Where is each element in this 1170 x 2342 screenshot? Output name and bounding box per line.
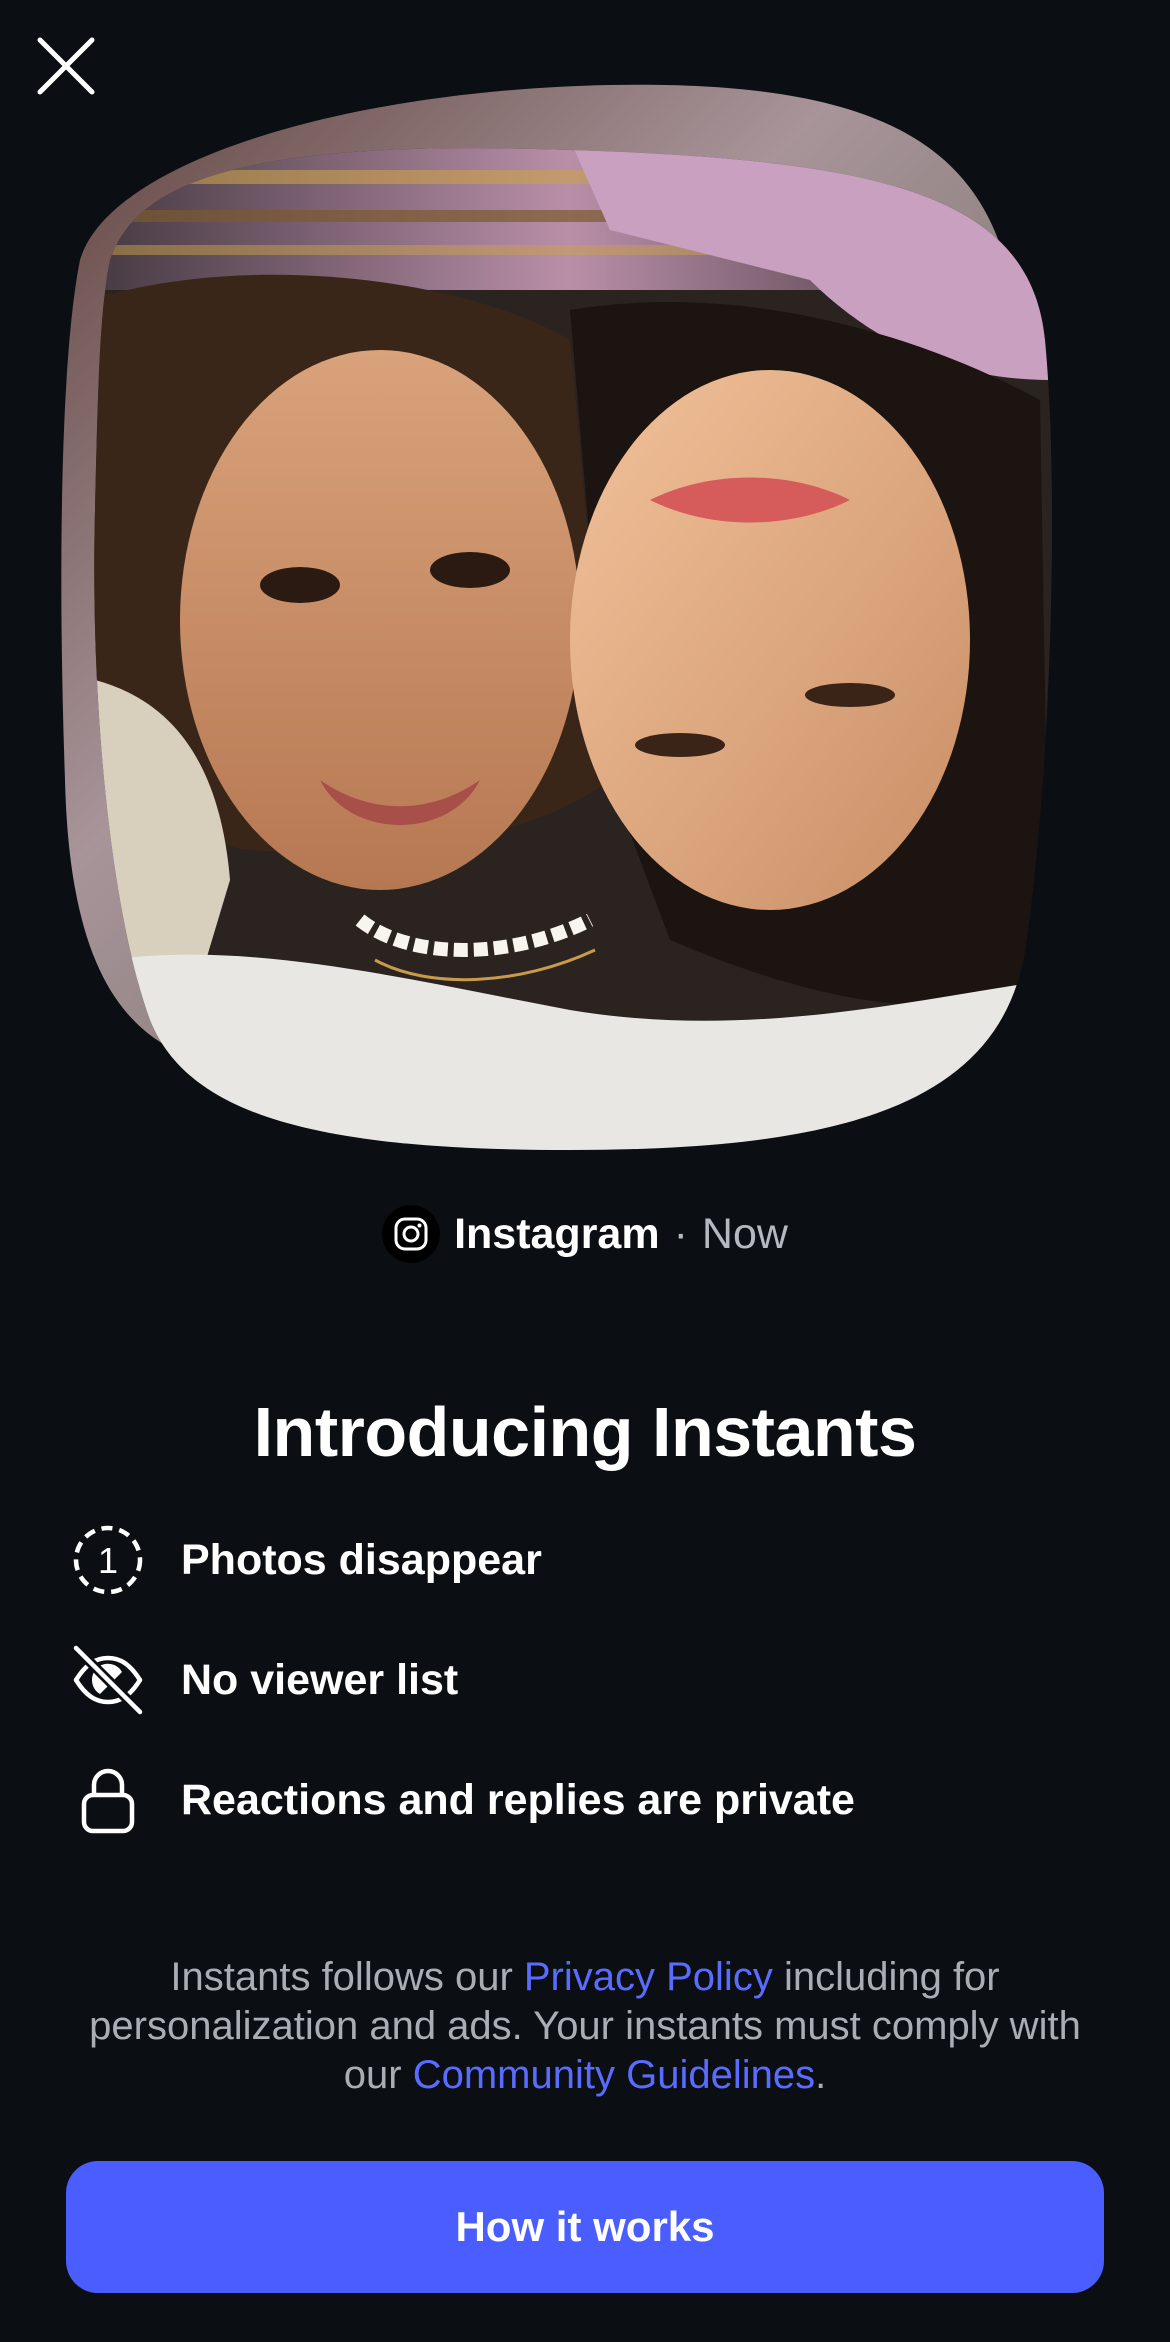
how-it-works-button[interactable]: How it works: [66, 2161, 1104, 2293]
legal-text: Instants follows our: [170, 1955, 524, 1999]
privacy-policy-link[interactable]: Privacy Policy: [524, 1955, 773, 1999]
lock-icon: [70, 1760, 146, 1840]
feature-photos-disappear: 1 Photos disappear: [70, 1520, 542, 1600]
source-row: Instagram · Now: [0, 1205, 1170, 1263]
instant-photo-preview: [50, 80, 1090, 1160]
timer-one-icon: 1: [70, 1520, 146, 1600]
legal-notice: Instants follows our Privacy Policy incl…: [60, 1953, 1110, 2100]
eye-off-icon: [70, 1640, 146, 1720]
feature-no-viewer-list: No viewer list: [70, 1640, 458, 1720]
feature-label: Photos disappear: [181, 1535, 542, 1584]
meta-separator: ·: [673, 1209, 688, 1258]
instants-intro-screen: Instagram · Now Introducing Instants 1 P…: [0, 0, 1170, 2342]
feature-private-reactions: Reactions and replies are private: [70, 1760, 855, 1840]
instagram-icon: [382, 1205, 441, 1263]
timestamp: Now: [701, 1209, 788, 1258]
page-title: Introducing Instants: [253, 1393, 917, 1471]
legal-text: .: [815, 2053, 827, 2097]
community-guidelines-link[interactable]: Community Guidelines: [413, 2053, 815, 2097]
app-name: Instagram: [454, 1209, 660, 1258]
feature-label: No viewer list: [181, 1655, 459, 1704]
svg-text:1: 1: [98, 1540, 118, 1581]
feature-label: Reactions and replies are private: [181, 1775, 855, 1824]
